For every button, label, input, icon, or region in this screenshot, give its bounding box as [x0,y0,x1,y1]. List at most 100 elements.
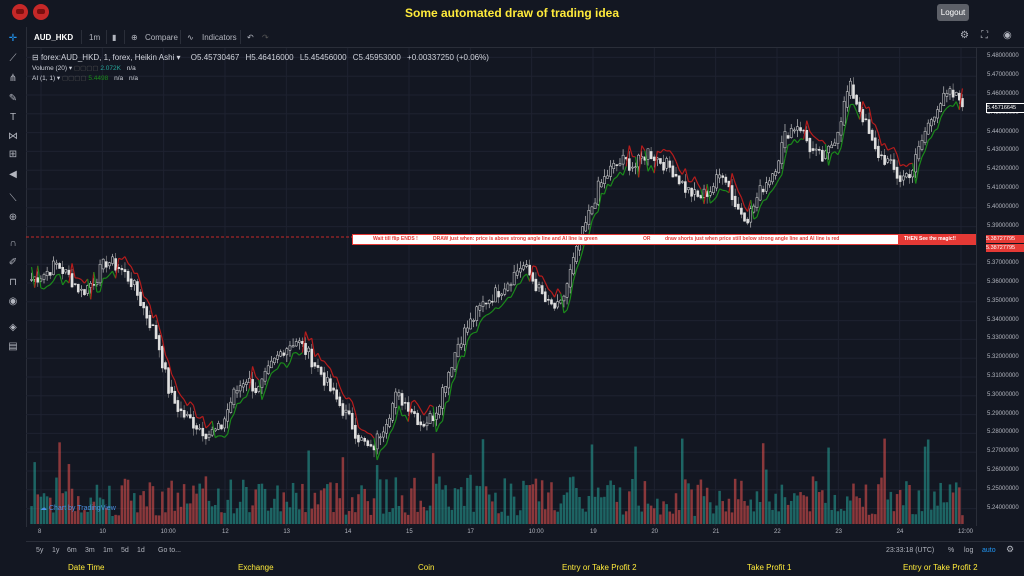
ai-line-segment [108,270,113,276]
redo-icon[interactable]: ↷ [262,33,269,42]
price-chart[interactable] [26,48,976,526]
pattern-icon[interactable]: ⋈ [7,131,19,143]
volume-bar [799,492,802,524]
range-6m[interactable]: 6m [67,547,77,554]
candle-body [687,187,690,191]
volume-bar [575,487,578,524]
collapse-icon[interactable]: ⊟ [32,53,39,62]
auto-toggle[interactable]: auto [982,547,996,554]
volume-bar [774,493,777,524]
lock-drawing-icon[interactable]: ✐ [7,257,19,269]
range-1d[interactable]: 1d [137,547,145,554]
candle-body [777,160,781,173]
crosshair-icon[interactable]: ✛ [7,33,19,45]
logout-button[interactable]: Logout [937,4,969,21]
magnet-icon[interactable]: ∩ [7,238,19,250]
volume-bar [329,482,332,524]
candle-body [789,128,793,138]
fullscreen-icon[interactable]: ⛶ [981,30,988,41]
log-toggle[interactable]: log [964,547,973,554]
banner-text-4: draw shorts just when price still below … [665,236,840,242]
brush-icon[interactable]: ✎ [7,93,19,105]
utc-clock[interactable]: 23:33:18 (UTC) [886,547,934,554]
candle-body [269,360,273,369]
goto-button[interactable]: Go to... [158,547,181,554]
lock-icon[interactable]: ⊓ [7,277,19,289]
volume-bar [808,511,812,524]
pitchfork-icon[interactable]: ⋔ [7,73,19,85]
candle-body [808,138,812,153]
ai-line-segment [295,352,300,356]
volume-bar [923,446,927,524]
trash-icon[interactable]: ▤ [7,341,19,353]
chart-area[interactable] [26,48,976,526]
volume-bar [656,498,659,524]
volume-bar [712,513,715,524]
candle-body [926,122,930,135]
axis-settings-icon[interactable]: ⚙ [1006,544,1014,555]
volume-bar [634,446,637,524]
bar-style-icon[interactable]: ▮ [112,33,116,42]
time-axis[interactable]: 8 10 10:00 12 13 14 15 17 10:00 19 20 21 22 23 24 12:00 [26,526,976,540]
percent-toggle[interactable]: % [948,547,954,554]
divider [124,30,125,44]
settings-icon[interactable]: ⚙ [960,30,969,41]
volume-bar [248,512,251,524]
volume-bar [836,511,840,524]
candle-body [612,163,616,169]
volume-bar [487,494,491,524]
ai-line-segment [616,171,621,178]
camera-icon[interactable]: ◉ [1003,30,1012,41]
symbol-selector[interactable]: AUD_HKD [34,33,73,42]
volume-bar [936,505,939,524]
undo-icon[interactable]: ↶ [247,33,254,42]
volume-label[interactable]: Volume (20) [32,65,67,72]
prediction-icon[interactable]: ⊞ [7,149,19,161]
tradingview-watermark[interactable]: ☁ Chart by TradingView [40,504,116,512]
candle-body [132,280,136,286]
series-name[interactable]: forex:AUD_HKD, 1, forex, Heikin Ashi [41,53,174,62]
candle-body [786,135,790,139]
interval-selector[interactable]: 1m [89,33,100,42]
price-axis[interactable]: 5.480000005.470000005.460000005.45000000… [976,48,1024,526]
indicators-icon[interactable]: ∿ [187,33,194,42]
ai-line-segment [905,163,910,168]
candle-body [590,206,594,215]
ai-line [30,88,964,461]
candle-body [406,402,410,412]
candle-body [855,94,858,105]
compare-icon[interactable]: ⊕ [131,33,138,42]
range-1y[interactable]: 1y [52,547,59,554]
volume-controls-icon[interactable]: ▢▢▢▢ [74,65,99,72]
volume-bar [606,485,609,524]
compare-button[interactable]: Compare [145,33,178,42]
watermark-text[interactable]: Chart by TradingView [49,505,116,512]
ai-controls-icon[interactable]: ▢▢▢▢ [62,75,87,82]
range-3m[interactable]: 3m [85,547,95,554]
text-icon[interactable]: T [7,112,19,124]
ai-line-segment [862,101,867,109]
candle-body [444,386,447,394]
back-arrow-icon[interactable]: ◀ [7,169,19,181]
range-1m[interactable]: 1m [103,547,113,554]
eye-icon[interactable]: ◉ [7,296,19,308]
ruler-icon[interactable]: ⟍ [7,193,19,205]
layers-icon[interactable]: ◈ [7,322,19,334]
candle-body [226,409,230,422]
time-tick-label: 20 [651,529,659,535]
volume-bar [435,483,438,524]
range-5d[interactable]: 5d [121,547,129,554]
ai-line-segment [927,137,932,141]
ai-line-segment [392,419,397,429]
price-tick-label: 5.24000000 [987,504,1019,511]
volume-bar [456,489,460,524]
ai-line-segment [192,405,198,418]
indicators-button[interactable]: Indicators [202,33,237,42]
ai-line-segment [196,416,200,419]
trend-line-icon[interactable]: ⟋ [7,53,19,65]
zoom-icon[interactable]: ⊕ [7,212,19,224]
candle-body [136,281,139,296]
range-5y[interactable]: 5y [36,547,43,554]
ai-label[interactable]: AI (1, 1) [32,75,55,82]
volume-bar [419,500,422,524]
